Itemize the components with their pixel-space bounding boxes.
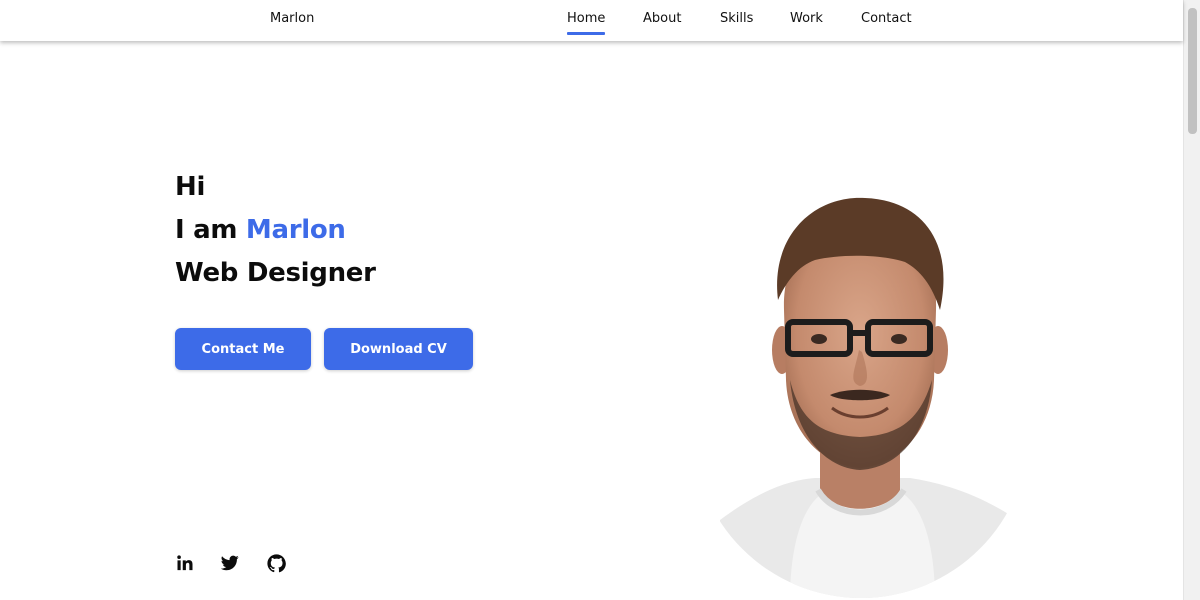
nav-work-link[interactable]: Work	[790, 11, 823, 35]
scrollbar-thumb[interactable]	[1188, 8, 1197, 134]
nav-about-link[interactable]: About	[643, 11, 681, 35]
contact-me-button[interactable]: Contact Me	[175, 328, 311, 370]
nav-home-link[interactable]: Home	[567, 11, 606, 35]
hero-intro: I am Marlon	[175, 209, 376, 252]
hero-role: Web Designer	[175, 258, 376, 288]
brand-logo-link[interactable]: Marlon	[270, 11, 314, 26]
profile-photo	[720, 190, 1010, 600]
hero-greeting: Hi	[175, 172, 206, 202]
nav-skills-link[interactable]: Skills	[720, 11, 753, 35]
twitter-icon[interactable]	[219, 552, 241, 574]
hero-name: Marlon	[245, 215, 346, 245]
hero-heading: Hi I am Marlon Web Designer	[175, 166, 376, 295]
site-header: Marlon Home About Skills Work Contact	[0, 0, 1183, 41]
linkedin-icon[interactable]	[174, 552, 196, 574]
nav-contact-link[interactable]: Contact	[861, 11, 912, 35]
hero-intro-prefix: I am	[175, 215, 246, 245]
download-cv-button[interactable]: Download CV	[324, 328, 473, 370]
vertical-scrollbar[interactable]	[1183, 0, 1200, 600]
github-icon[interactable]	[265, 552, 287, 574]
